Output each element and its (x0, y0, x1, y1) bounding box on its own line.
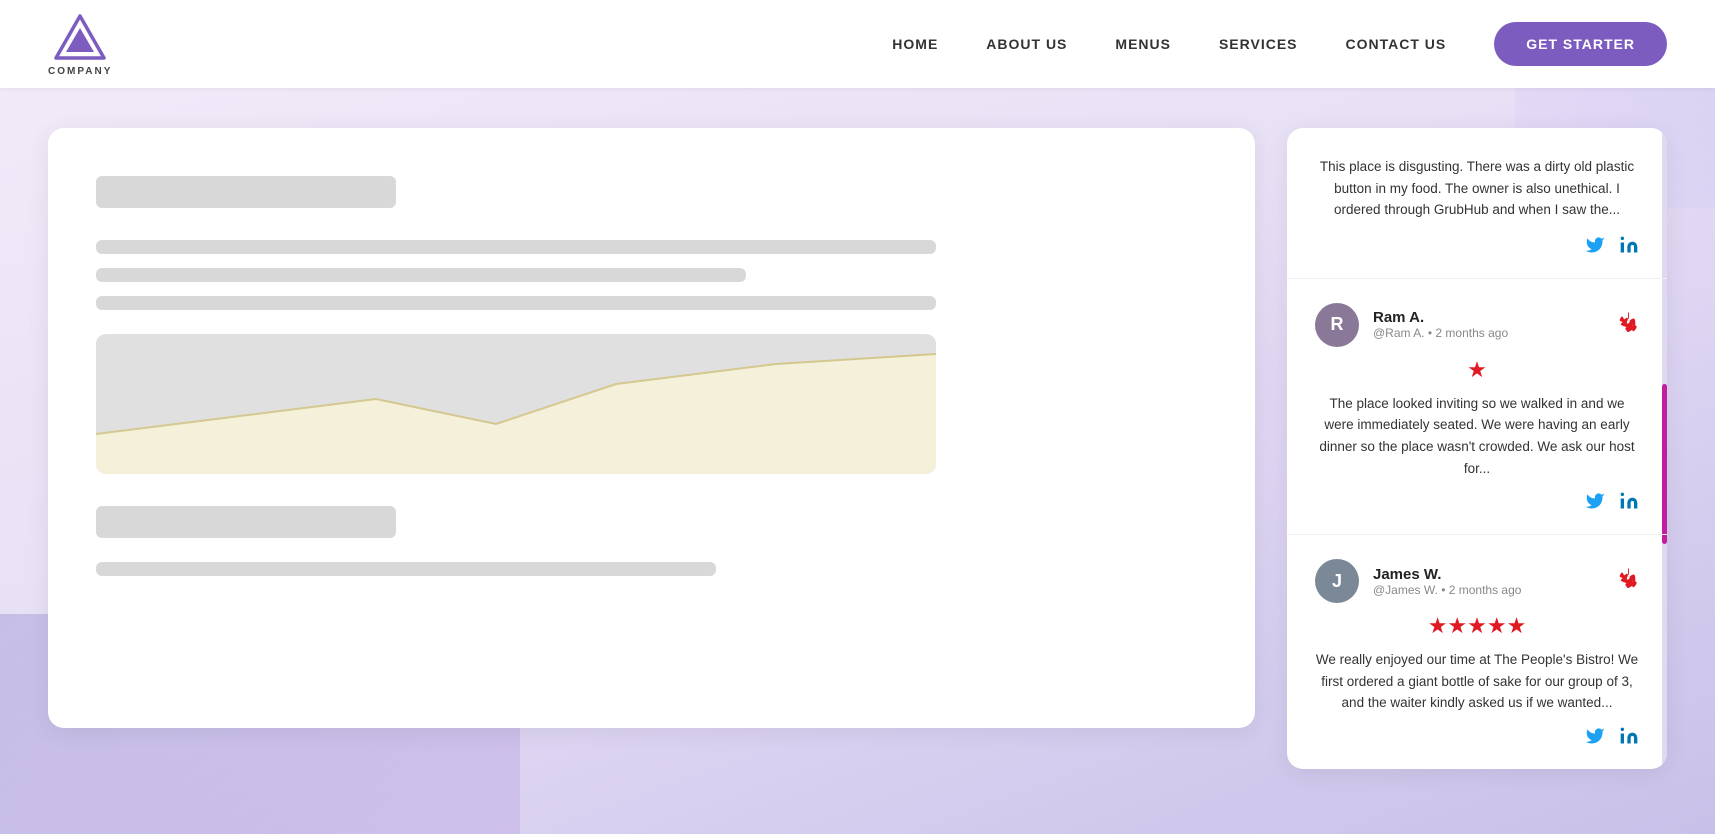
yelp-icon-2 (1617, 567, 1639, 595)
logo[interactable]: COMPANY (48, 12, 112, 77)
review-actions-1 (1315, 491, 1639, 516)
twitter-share-1[interactable] (1585, 491, 1605, 516)
skeleton-line-3 (96, 296, 936, 310)
nav-links: HOME ABOUT US MENUS SERVICES CONTACT US … (892, 22, 1667, 66)
skeleton-line-1 (96, 240, 936, 254)
nav-menus[interactable]: MENUS (1115, 36, 1171, 52)
review-actions-0 (1315, 235, 1639, 260)
reviewer-handle-2: @James W. • 2 months ago (1373, 583, 1603, 597)
reviewer-handle-1: @Ram A. • 2 months ago (1373, 326, 1603, 340)
skeleton-title-2 (96, 506, 396, 538)
navbar: COMPANY HOME ABOUT US MENUS SERVICES CON… (0, 0, 1715, 88)
linkedin-share-0[interactable] (1619, 235, 1639, 260)
review-header-1: R Ram A. @Ram A. • 2 months ago (1315, 303, 1639, 347)
skeleton-title (96, 176, 396, 208)
reviewer-info-2: James W. @James W. • 2 months ago (1373, 566, 1603, 597)
nav-services[interactable]: SERVICES (1219, 36, 1298, 52)
review-text-1: The place looked inviting so we walked i… (1315, 393, 1639, 479)
reviewer-name-2: James W. (1373, 566, 1603, 583)
review-text-0: This place is disgusting. There was a di… (1315, 156, 1639, 221)
main-content-card (48, 128, 1255, 728)
reviewer-info-1: Ram A. @Ram A. • 2 months ago (1373, 309, 1603, 340)
review-text-2: We really enjoyed our time at The People… (1315, 649, 1639, 714)
linkedin-share-1[interactable] (1619, 491, 1639, 516)
yelp-icon-1 (1617, 311, 1639, 339)
get-starter-button[interactable]: GET STARTER (1494, 22, 1667, 66)
twitter-share-0[interactable] (1585, 235, 1605, 260)
linkedin-share-2[interactable] (1619, 726, 1639, 751)
page-background: This place is disgusting. There was a di… (0, 88, 1715, 834)
logo-label: COMPANY (48, 66, 112, 77)
chart-area (96, 334, 936, 474)
stars-1: ★ (1315, 357, 1639, 383)
review-header-2: J James W. @James W. • 2 months ago (1315, 559, 1639, 603)
nav-about[interactable]: ABOUT US (986, 36, 1067, 52)
skeleton-line-4 (96, 562, 716, 576)
review-actions-2 (1315, 726, 1639, 751)
twitter-share-2[interactable] (1585, 726, 1605, 751)
nav-contact[interactable]: CONTACT US (1346, 36, 1447, 52)
review-card-1: R Ram A. @Ram A. • 2 months ago ★ The pl… (1287, 279, 1667, 535)
stars-2: ★★★★★ (1315, 613, 1639, 639)
avatar-james: J (1315, 559, 1359, 603)
nav-home[interactable]: HOME (892, 36, 938, 52)
review-card-2: J James W. @James W. • 2 months ago ★★★★… (1287, 535, 1667, 769)
avatar-ram: R (1315, 303, 1359, 347)
review-card-0: This place is disgusting. There was a di… (1287, 128, 1667, 279)
reviewer-name-1: Ram A. (1373, 309, 1603, 326)
reviews-sidebar: This place is disgusting. There was a di… (1287, 128, 1667, 769)
skeleton-line-2 (96, 268, 746, 282)
logo-icon (54, 12, 106, 64)
